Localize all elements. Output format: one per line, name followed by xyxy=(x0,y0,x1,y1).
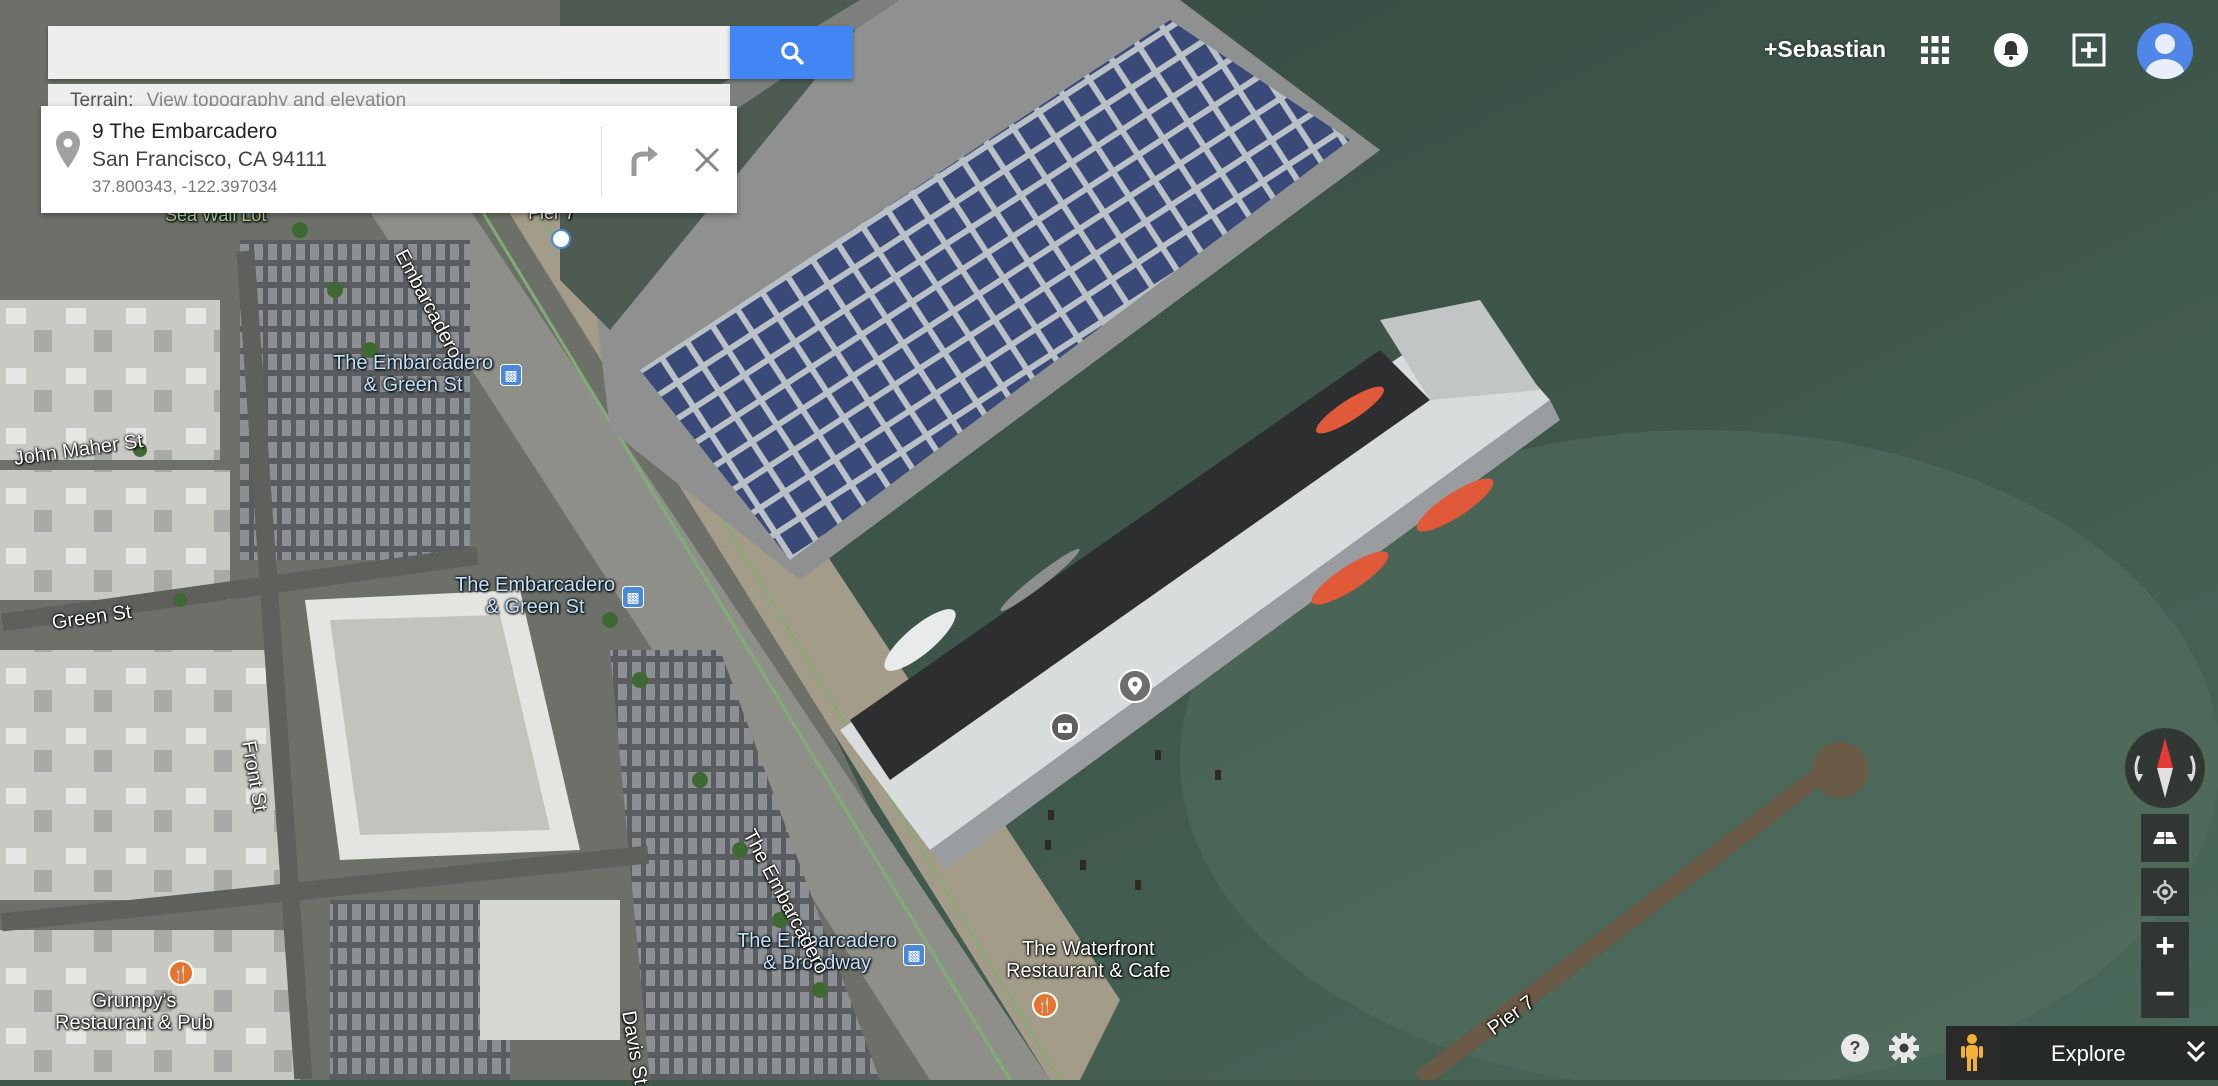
zoom-in-button[interactable]: + xyxy=(2141,922,2189,970)
zoom-out-button[interactable]: − xyxy=(2141,970,2189,1018)
notifications-button[interactable] xyxy=(1991,30,2031,70)
grumpys-restaurant-label: Grumpy's Restaurant & Pub xyxy=(55,990,213,1034)
restaurant-icon[interactable]: 🍴 xyxy=(168,960,194,986)
station-green-st-label-1: The Embarcadero & Green St xyxy=(333,352,494,396)
tram-icon[interactable]: ▩ xyxy=(903,944,925,966)
directions-button[interactable] xyxy=(618,136,666,184)
photo-icon[interactable] xyxy=(1050,712,1080,742)
search-button[interactable] xyxy=(730,26,853,79)
tilt-icon xyxy=(2153,832,2177,844)
apps-grid-button[interactable] xyxy=(1915,30,1955,70)
help-button[interactable]: ? xyxy=(1837,1030,1873,1066)
tilt-button[interactable] xyxy=(2141,814,2189,862)
compass-control[interactable] xyxy=(2125,728,2205,808)
user-name-link[interactable]: +Sebastian xyxy=(1764,36,1886,63)
tram-icon[interactable]: ▩ xyxy=(622,586,644,608)
search-icon xyxy=(780,41,804,65)
station-green-st-label-2: The Embarcadero & Green St xyxy=(455,574,616,618)
share-add-icon xyxy=(2072,33,2106,67)
apps-grid-icon xyxy=(1921,36,1949,64)
settings-icon xyxy=(1889,1033,1919,1063)
chevron-double-down-icon xyxy=(2186,1040,2206,1063)
address-line-1: 9 The Embarcadero xyxy=(92,120,278,143)
coordinates: 37.800343, -122.397034 xyxy=(92,177,278,196)
settings-button[interactable] xyxy=(1886,1030,1922,1066)
address-line-2: San Francisco, CA 94111 xyxy=(92,148,328,171)
place-card[interactable]: 9 The Embarcadero San Francisco, CA 9411… xyxy=(41,106,737,213)
zoom-out-icon: − xyxy=(2155,975,2175,1013)
avatar[interactable] xyxy=(2137,23,2193,79)
svg-text:?: ? xyxy=(1850,1038,1861,1058)
pegman-button[interactable] xyxy=(1946,1026,1998,1080)
close-button[interactable] xyxy=(683,136,731,184)
explore-label: Explore xyxy=(2051,1041,2126,1066)
avatar-icon xyxy=(2146,34,2184,79)
directions-icon xyxy=(631,146,658,176)
close-icon xyxy=(694,147,720,173)
pier-marker[interactable] xyxy=(551,229,571,249)
location-pin-icon xyxy=(56,131,80,168)
my-location-icon xyxy=(2153,880,2177,904)
zoom-in-icon: + xyxy=(2155,927,2175,965)
restaurant-icon[interactable]: 🍴 xyxy=(1032,992,1058,1018)
my-location-button[interactable] xyxy=(2141,868,2189,916)
pegman-icon xyxy=(1961,1034,1983,1071)
card-divider xyxy=(601,126,602,196)
place-pin-icon[interactable] xyxy=(1118,669,1152,703)
waterfront-restaurant-label: The Waterfront Restaurant & Cafe xyxy=(1006,938,1171,982)
compass-icon xyxy=(2134,738,2196,798)
notifications-icon xyxy=(1994,33,2028,67)
search-input[interactable] xyxy=(48,26,730,79)
share-add-button[interactable] xyxy=(2069,30,2109,70)
help-icon: ? xyxy=(1841,1034,1869,1062)
explore-bar[interactable]: Explore xyxy=(1946,1026,2218,1080)
tram-icon[interactable]: ▩ xyxy=(500,364,522,386)
